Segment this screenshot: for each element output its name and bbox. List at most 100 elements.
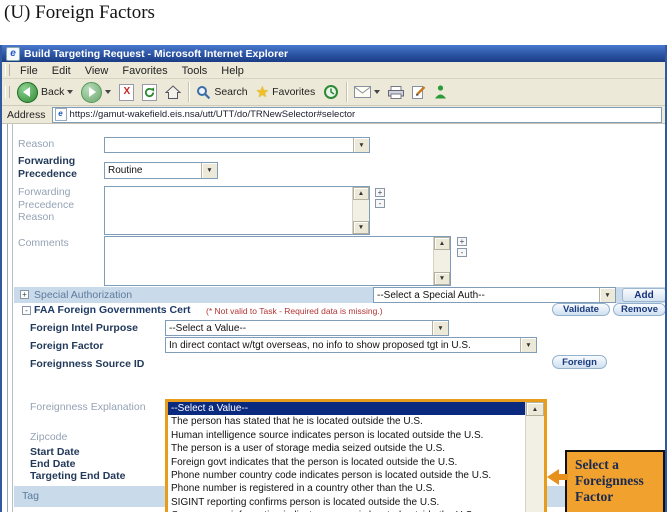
foreignness-source-id-label: Foreignness Source ID bbox=[30, 358, 144, 371]
listbox-scrollbar[interactable]: ▲ ▼ bbox=[525, 402, 544, 512]
scroll-down-icon[interactable]: ▼ bbox=[353, 221, 369, 234]
foreign-factor-listbox: --Select a Value--The person has stated … bbox=[165, 399, 547, 512]
special-authorization-label: Special Authorization bbox=[34, 289, 132, 301]
expand-section-icon[interactable]: + bbox=[20, 290, 29, 299]
special-auth-add-button[interactable]: Add bbox=[622, 288, 665, 302]
foreign-factor-option[interactable]: The person is a user of storage media se… bbox=[168, 442, 525, 455]
foreign-factor-option[interactable]: Human intelligence source indicates pers… bbox=[168, 429, 525, 442]
browser-title: Build Targeting Request - Microsoft Inte… bbox=[24, 48, 288, 60]
foreign-factor-select[interactable]: In direct contact w/tgt overseas, no inf… bbox=[165, 337, 537, 353]
mail-icon bbox=[354, 86, 371, 98]
dropdown-arrow-icon[interactable]: ▼ bbox=[599, 288, 615, 302]
zipcode-label: Zipcode bbox=[30, 431, 67, 444]
address-bar: Address e https://gamut-wakefield.eis.ns… bbox=[2, 106, 665, 124]
mail-dropdown-caret[interactable] bbox=[374, 90, 380, 94]
search-button[interactable]: Search bbox=[192, 80, 251, 104]
back-button[interactable]: Back bbox=[13, 80, 77, 104]
dropdown-arrow-icon[interactable]: ▼ bbox=[520, 338, 536, 352]
form-left-border-inner bbox=[12, 124, 13, 512]
menu-item-favorites[interactable]: Favorites bbox=[115, 65, 174, 77]
address-input[interactable]: e https://gamut-wakefield.eis.nsa/utt/UT… bbox=[52, 107, 662, 123]
faa-validation-note: (* Not valid to Task - Required data is … bbox=[206, 306, 383, 316]
stop-button[interactable]: X bbox=[115, 80, 138, 104]
foreign-factor-option[interactable]: Foreign govt indicates that the person i… bbox=[168, 456, 525, 469]
favorites-label: Favorites bbox=[272, 86, 315, 98]
menu-item-edit[interactable]: Edit bbox=[45, 65, 78, 77]
messenger-button[interactable] bbox=[430, 80, 451, 104]
foreign-factor-value: In direct contact w/tgt overseas, no inf… bbox=[166, 340, 520, 351]
forward-dropdown-caret[interactable] bbox=[105, 90, 111, 94]
callout-box: Select a Foreignness Factor bbox=[565, 450, 665, 512]
comments-textarea[interactable]: ▲ ▼ bbox=[104, 236, 451, 286]
reason-field[interactable]: ▼ bbox=[104, 137, 370, 153]
screenshot-page: (U) Foreign Factors e Build Targeting Re… bbox=[0, 0, 667, 512]
expand-field-icon[interactable]: + bbox=[457, 237, 467, 246]
foreign-factor-option[interactable]: SIGINT reporting confirms person is loca… bbox=[168, 496, 525, 509]
scroll-down-icon[interactable]: ▼ bbox=[434, 272, 450, 285]
menu-item-help[interactable]: Help bbox=[214, 65, 251, 77]
special-auth-select[interactable]: --Select a Special Auth-- ▼ bbox=[373, 287, 616, 303]
validate-button[interactable]: Validate bbox=[552, 303, 610, 316]
menu-items: FileEditViewFavoritesToolsHelp bbox=[13, 61, 251, 79]
scroll-up-icon[interactable]: ▲ bbox=[526, 402, 544, 416]
foreign-factor-option[interactable]: --Select a Value-- bbox=[168, 402, 525, 415]
foreign-button[interactable]: Foreign bbox=[552, 355, 607, 369]
forwarding-precedence-label: Forwarding Precedence bbox=[18, 155, 106, 181]
print-button[interactable] bbox=[384, 80, 408, 104]
scroll-up-icon[interactable]: ▲ bbox=[434, 237, 450, 250]
page-title: (U) Foreign Factors bbox=[4, 2, 155, 24]
forwarding-precedence-reason-textarea[interactable]: ▲ ▼ bbox=[104, 186, 370, 235]
url-text: https://gamut-wakefield.eis.nsa/utt/UTT/… bbox=[70, 109, 356, 120]
refresh-button[interactable] bbox=[138, 80, 161, 104]
textarea-scrollbar[interactable]: ▲ ▼ bbox=[352, 187, 369, 234]
remove-button[interactable]: Remove bbox=[613, 303, 665, 316]
page-icon: e bbox=[55, 108, 67, 121]
collapse-section-icon[interactable]: - bbox=[22, 306, 31, 315]
edit-button[interactable] bbox=[408, 80, 430, 104]
scroll-up-icon[interactable]: ▲ bbox=[353, 187, 369, 200]
forward-button[interactable] bbox=[77, 80, 115, 104]
dropdown-arrow-icon[interactable]: ▼ bbox=[353, 138, 369, 152]
history-button[interactable] bbox=[319, 80, 343, 104]
targeting-end-date-label: Targeting End Date bbox=[30, 470, 125, 483]
foreign-factor-option[interactable]: Phone number is registered in a country … bbox=[168, 482, 525, 495]
back-icon bbox=[17, 82, 38, 103]
foreignness-explanation-label: Foreignness Explanation bbox=[30, 401, 146, 414]
expand-field-icon[interactable]: + bbox=[375, 188, 385, 197]
foreign-factor-label: Foreign Factor bbox=[30, 340, 104, 353]
mail-button[interactable] bbox=[350, 80, 384, 104]
tag-label: Tag bbox=[22, 490, 39, 502]
reason-label: Reason bbox=[18, 138, 54, 151]
foreign-intel-purpose-select[interactable]: --Select a Value-- ▼ bbox=[165, 320, 449, 336]
address-label: Address bbox=[7, 109, 46, 121]
dropdown-arrow-icon[interactable]: ▼ bbox=[432, 321, 448, 335]
forward-icon bbox=[81, 82, 102, 103]
refresh-icon bbox=[142, 84, 157, 101]
home-button[interactable] bbox=[161, 80, 185, 104]
toolbar-separator bbox=[188, 82, 189, 102]
callout-arrow-stem bbox=[558, 474, 568, 480]
toolbar-grip bbox=[5, 86, 10, 98]
special-auth-value: --Select a Special Auth-- bbox=[374, 290, 599, 301]
back-label: Back bbox=[41, 86, 64, 98]
form-left-border bbox=[7, 124, 8, 512]
foreign-intel-purpose-value: --Select a Value-- bbox=[166, 323, 432, 334]
menu-item-file[interactable]: File bbox=[13, 65, 45, 77]
forwarding-precedence-select[interactable]: Routine ▼ bbox=[104, 162, 218, 179]
dropdown-arrow-icon[interactable]: ▼ bbox=[201, 163, 217, 178]
search-icon bbox=[196, 85, 211, 100]
back-dropdown-caret[interactable] bbox=[67, 90, 73, 94]
menu-item-view[interactable]: View bbox=[78, 65, 116, 77]
textarea-scrollbar[interactable]: ▲ ▼ bbox=[433, 237, 450, 285]
foreign-factor-option[interactable]: Phone number country code indicates pers… bbox=[168, 469, 525, 482]
collapse-field-icon[interactable]: - bbox=[457, 248, 467, 257]
menu-bar: FileEditViewFavoritesToolsHelp bbox=[2, 62, 665, 79]
browser-title-bar: e Build Targeting Request - Microsoft In… bbox=[2, 45, 665, 62]
messenger-icon bbox=[434, 85, 447, 99]
collapse-field-icon[interactable]: - bbox=[375, 199, 385, 208]
favorites-button[interactable]: ★ Favorites bbox=[252, 80, 320, 104]
menu-item-tools[interactable]: Tools bbox=[175, 65, 215, 77]
browser-content: Reason ▼ Forwarding Precedence Routine ▼… bbox=[2, 124, 665, 512]
foreign-factor-option[interactable]: The person has stated that he is located… bbox=[168, 415, 525, 428]
comments-label: Comments bbox=[18, 237, 69, 250]
